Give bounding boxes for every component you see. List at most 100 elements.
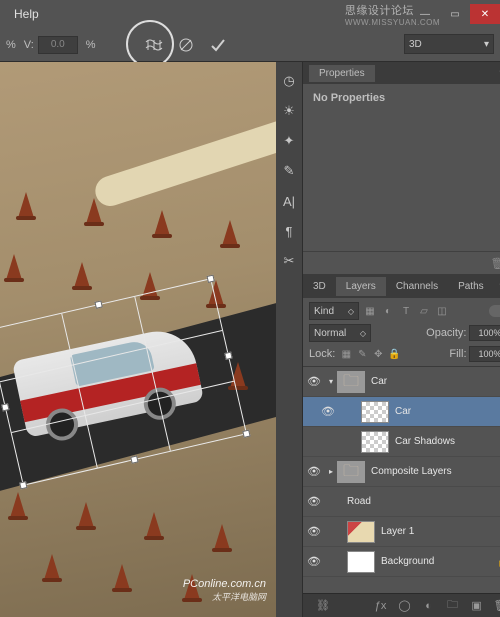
menu-help[interactable]: Help	[6, 3, 47, 25]
layer-thumb	[361, 401, 389, 423]
properties-tabs: Properties ▾≡	[303, 62, 500, 84]
brush-icon[interactable]: ✎	[280, 162, 298, 180]
menu-bar: Help — ▭ ✕	[0, 0, 500, 28]
cone-icon	[230, 362, 246, 388]
visibility-icon[interactable]: 👁	[317, 405, 339, 418]
disclose-icon[interactable]: ▾	[325, 377, 337, 386]
layer-background[interactable]: 👁 Background 🔒	[303, 547, 500, 577]
restore-button[interactable]: ▭	[440, 4, 470, 24]
v-input[interactable]: 0.0	[38, 36, 78, 54]
folder-icon: 🗀	[337, 461, 365, 483]
adjustments-icon[interactable]: ☀	[280, 102, 298, 120]
cone-icon	[86, 198, 102, 224]
workspace-select[interactable]: 3D▾	[404, 34, 494, 54]
cone-icon	[184, 574, 200, 600]
disclose-icon[interactable]: ▸	[325, 467, 337, 476]
tab-3d[interactable]: 3D	[303, 277, 336, 296]
filter-pixel-icon[interactable]: ▦	[363, 304, 377, 318]
cone-icon	[146, 512, 162, 538]
v-label: V:	[24, 39, 34, 51]
commit-transform-icon[interactable]	[206, 33, 230, 57]
visibility-icon[interactable]: 👁	[303, 375, 325, 388]
cone-icon	[214, 524, 230, 550]
history-icon[interactable]: ◷	[280, 72, 298, 90]
layers-tabs: 3D Layers Channels Paths ▾≡	[303, 274, 500, 298]
layer-car-shadows[interactable]: Car Shadows	[303, 427, 500, 457]
layer-thumb	[347, 521, 375, 543]
cone-icon	[74, 262, 90, 288]
layer-car[interactable]: 👁 Car	[303, 397, 500, 427]
fill-input[interactable]: 100%	[469, 346, 500, 362]
layer-options: Kind◇ ▦ ◐ T ▱ ◫ Normal◇ Opacity: 100% ▾ …	[303, 298, 500, 367]
layers-menu-icon[interactable]: ▾≡	[494, 281, 500, 292]
tab-properties[interactable]: Properties	[309, 65, 375, 82]
cone-icon	[222, 220, 238, 246]
mask-icon[interactable]: ◯	[397, 598, 413, 614]
folder-icon: 🗀	[337, 371, 365, 393]
group-icon[interactable]: 🗀	[445, 598, 461, 614]
lock-transparent-icon[interactable]: ▦	[339, 347, 353, 361]
delete-layer-icon[interactable]: 🗑	[493, 598, 500, 614]
cone-icon	[114, 564, 130, 590]
options-bar: % V: 0.0 % 3D▾	[0, 28, 500, 62]
options-pct2: %	[86, 39, 96, 51]
tab-channels[interactable]: Channels	[386, 277, 448, 296]
layer-road[interactable]: 👁 Road	[303, 487, 500, 517]
tool-presets-icon[interactable]: ✂	[280, 252, 298, 270]
new-layer-icon[interactable]: ▣	[469, 598, 485, 614]
cone-icon	[142, 272, 158, 298]
styles-icon[interactable]: ✦	[280, 132, 298, 150]
tab-paths[interactable]: Paths	[448, 277, 494, 296]
layer-thumb	[361, 431, 389, 453]
cone-icon	[78, 502, 94, 528]
lock-position-icon[interactable]: ✥	[371, 347, 385, 361]
layer-list: 👁 ▾ 🗀 Car 👁 Car Car Shadows 👁 ▸ 🗀	[303, 367, 500, 593]
layer-group-composite[interactable]: 👁 ▸ 🗀 Composite Layers	[303, 457, 500, 487]
layer-thumb	[347, 551, 375, 573]
warp-mode-icon[interactable]	[142, 33, 166, 57]
filter-shape-icon[interactable]: ▱	[417, 304, 431, 318]
cone-icon	[6, 254, 22, 280]
fill-label: Fill:	[449, 348, 466, 360]
lock-all-icon[interactable]: 🔒	[387, 347, 401, 361]
cancel-transform-icon[interactable]	[174, 33, 198, 57]
tab-layers[interactable]: Layers	[336, 277, 386, 296]
cone-icon	[44, 554, 60, 580]
trash-icon[interactable]: 🗑	[491, 257, 500, 270]
properties-panel: No Properties 🗑	[303, 84, 500, 274]
opacity-label: Opacity:	[426, 327, 466, 339]
visibility-icon[interactable]: 👁	[303, 525, 325, 538]
lock-pixels-icon[interactable]: ✎	[355, 347, 369, 361]
filter-toggle[interactable]	[489, 305, 500, 317]
canvas[interactable]: PConline.com.cn 太平洋电脑网	[0, 62, 276, 617]
cone-icon	[208, 280, 224, 306]
visibility-icon[interactable]: 👁	[303, 495, 325, 508]
options-pct: %	[6, 39, 16, 51]
fx-icon[interactable]: ƒx	[373, 598, 389, 614]
filter-smart-icon[interactable]: ◫	[435, 304, 449, 318]
close-button[interactable]: ✕	[470, 4, 500, 24]
layers-footer: ⛓ ƒx ◯ ◐ 🗀 ▣ 🗑	[303, 593, 500, 617]
panel-dock-strip: ◷ ☀ ✦ ✎ A| ¶ ✂	[276, 62, 302, 617]
adjustment-layer-icon[interactable]: ◐	[421, 598, 437, 614]
cone-icon	[154, 210, 170, 236]
properties-empty-text: No Properties	[313, 92, 500, 104]
visibility-icon[interactable]: 👁	[303, 465, 325, 478]
layer-layer1[interactable]: 👁 Layer 1	[303, 517, 500, 547]
filter-kind-select[interactable]: Kind◇	[309, 302, 359, 320]
cone-icon	[18, 192, 34, 218]
link-layers-icon[interactable]: ⛓	[315, 598, 331, 614]
lock-label: Lock:	[309, 348, 335, 360]
opacity-input[interactable]: 100%	[469, 325, 500, 341]
paragraph-icon[interactable]: ¶	[280, 222, 298, 240]
layer-group-car[interactable]: 👁 ▾ 🗀 Car	[303, 367, 500, 397]
cone-icon	[10, 492, 26, 518]
visibility-icon[interactable]: 👁	[303, 555, 325, 568]
blend-mode-select[interactable]: Normal◇	[309, 324, 371, 342]
window-controls: — ▭ ✕	[410, 4, 500, 24]
filter-adjust-icon[interactable]: ◐	[381, 304, 395, 318]
character-icon[interactable]: A|	[280, 192, 298, 210]
minimize-button[interactable]: —	[410, 4, 440, 24]
filter-type-icon[interactable]: T	[399, 304, 413, 318]
properties-menu-icon[interactable]: ▾≡	[494, 68, 500, 79]
